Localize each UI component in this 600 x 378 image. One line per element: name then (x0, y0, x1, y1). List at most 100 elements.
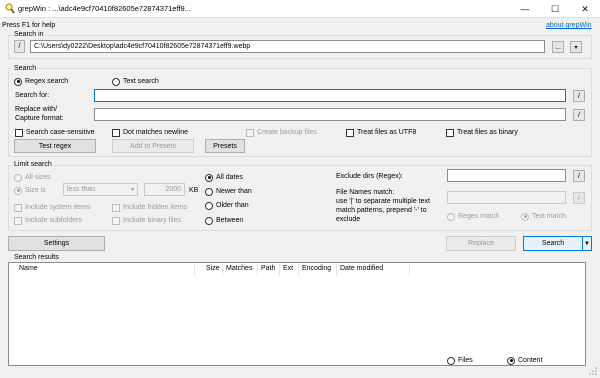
exclude-dirs-input[interactable] (447, 169, 566, 182)
column-header-size[interactable]: Size (206, 265, 220, 272)
radio-indicator (112, 77, 120, 86)
search-in-slash-button[interactable]: / (14, 40, 25, 53)
replace-label-1: Replace with/ (15, 106, 58, 113)
size-compare-select[interactable]: less than ▾ (63, 183, 138, 196)
checkbox-box (446, 128, 454, 137)
limit-search-label: Limit search (12, 160, 54, 169)
checkbox-box (346, 128, 354, 137)
column-header-date-modified[interactable]: Date modified (340, 265, 383, 272)
help-text: Press F1 for help (2, 22, 56, 29)
minimize-button[interactable]: — (510, 0, 540, 18)
close-button[interactable]: ✕ (570, 0, 600, 18)
search-for-slash-button[interactable]: / (573, 90, 585, 102)
file-names-label: File Names match: (336, 189, 395, 196)
files-view-radio[interactable]: Files (447, 356, 473, 365)
column-header-matches[interactable]: Matches (226, 265, 252, 272)
radio-indicator (205, 187, 213, 196)
checkbox-box (112, 128, 120, 137)
replace-button[interactable]: Replace (446, 236, 516, 251)
include-subfolders-checkbox[interactable]: Include subfolders (14, 216, 82, 225)
case-sensitive-checkbox[interactable]: Search case-sensitive (15, 128, 94, 137)
newer-than-radio[interactable]: Newer than (205, 187, 252, 196)
include-binary-label: Include binary files (123, 217, 181, 224)
case-sensitive-label: Search case-sensitive (26, 129, 95, 136)
between-label: Between (216, 217, 244, 224)
treat-utf8-checkbox[interactable]: Treat files as UTF8 (346, 128, 416, 137)
dot-matches-newline-checkbox[interactable]: Dot matches newline (112, 128, 188, 137)
resize-grip-icon[interactable] (588, 366, 598, 376)
older-than-label: Older than (216, 202, 249, 209)
search-group-label: Search (12, 64, 39, 73)
column-header-encoding[interactable]: Encoding (302, 265, 331, 272)
radio-indicator (205, 173, 213, 182)
text-search-label: Text search (123, 78, 159, 85)
replace-input[interactable] (94, 108, 566, 121)
radio-indicator (14, 186, 22, 195)
text-match-label: Text match (532, 213, 566, 220)
radio-indicator (14, 77, 22, 86)
include-system-checkbox[interactable]: Include system items (14, 203, 90, 212)
file-names-slash-button[interactable]: / (573, 192, 585, 204)
size-is-radio[interactable]: Size is (14, 186, 46, 195)
content-view-label: Content (518, 357, 543, 364)
regex-match-radio[interactable]: Regex match (447, 212, 499, 221)
radio-indicator (447, 356, 455, 365)
replace-slash-button[interactable]: / (573, 109, 585, 121)
browse-button[interactable]: ... (552, 41, 564, 53)
radio-indicator (447, 212, 455, 221)
chevron-down-icon: ▾ (574, 44, 578, 51)
content-view-radio[interactable]: Content (507, 356, 543, 365)
text-match-radio[interactable]: Text match (521, 212, 566, 221)
all-dates-radio[interactable]: All dates (205, 173, 243, 182)
treat-utf8-label: Treat files as UTF8 (357, 129, 417, 136)
about-link[interactable]: about grepWin (546, 21, 592, 30)
older-than-radio[interactable]: Older than (205, 201, 249, 210)
include-hidden-label: Include hidden items (123, 204, 188, 211)
column-divider (409, 264, 410, 276)
file-names-help-1: use '|' to separate multiple text (336, 198, 430, 205)
search-results-label: Search results (12, 253, 61, 262)
dot-matches-newline-label: Dot matches newline (123, 129, 188, 136)
column-divider (194, 264, 195, 276)
exclude-dirs-slash-button[interactable]: / (573, 170, 585, 182)
column-header-name[interactable]: Name (19, 265, 38, 272)
text-search-radio[interactable]: Text search (112, 77, 159, 86)
search-path-input[interactable]: C:\Users\dy0222\Desktop\adc4e9cf70410f82… (30, 40, 545, 53)
between-radio[interactable]: Between (205, 216, 243, 225)
column-divider (257, 264, 258, 276)
magnifier-app-icon (5, 3, 15, 14)
checkbox-box (112, 216, 120, 225)
size-value-input[interactable]: 2000 (144, 183, 185, 196)
checkbox-box (14, 216, 22, 225)
test-regex-button[interactable]: Test regex (14, 139, 96, 153)
path-history-dropdown[interactable]: ▾ (570, 41, 582, 53)
checkbox-box (15, 128, 23, 137)
file-names-input[interactable] (447, 191, 566, 204)
include-binary-checkbox[interactable]: Include binary files (112, 216, 181, 225)
include-hidden-checkbox[interactable]: Include hidden items (112, 203, 187, 212)
size-unit-label: KB (189, 187, 199, 194)
regex-search-radio[interactable]: Regex search (14, 77, 68, 86)
files-view-label: Files (458, 357, 473, 364)
checkbox-box (246, 128, 254, 137)
search-button[interactable]: Search (523, 236, 583, 251)
all-sizes-label: All sizes (25, 174, 51, 181)
column-divider (222, 264, 223, 276)
settings-button[interactable]: Settings (8, 236, 105, 251)
all-sizes-radio[interactable]: All sizes (14, 173, 51, 182)
treat-binary-checkbox[interactable]: Treat files as binary (446, 128, 518, 137)
create-backup-checkbox[interactable]: Create backup files (246, 128, 317, 137)
search-results-list[interactable]: Name Size Matches Path Ext Encoding Date… (8, 262, 586, 366)
search-in-label: Search in (12, 30, 46, 39)
maximize-button[interactable]: ☐ (540, 0, 570, 18)
checkbox-box (112, 203, 120, 212)
title-bar: grepWin : ...\adc4e9cf70410f82605e728743… (0, 0, 600, 18)
presets-button[interactable]: Presets (205, 139, 245, 153)
column-header-path[interactable]: Path (261, 265, 275, 272)
search-options-dropdown[interactable]: ▼ (582, 236, 592, 251)
column-header-ext[interactable]: Ext (283, 265, 293, 272)
search-for-input[interactable] (94, 89, 566, 102)
add-to-presets-button[interactable]: Add to Presets (112, 139, 194, 153)
size-is-label: Size is (25, 187, 46, 194)
search-for-label: Search for: (15, 92, 50, 99)
